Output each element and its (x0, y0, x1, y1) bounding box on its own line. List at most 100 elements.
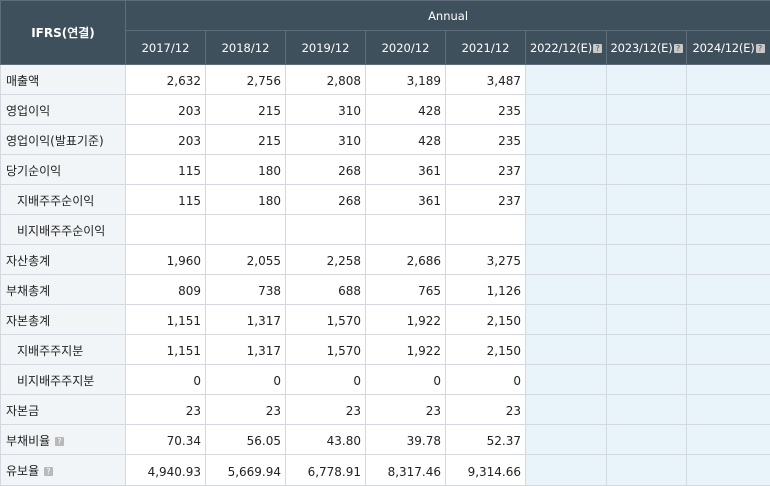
estimate-cell (607, 365, 687, 395)
row-label: 자산총계 (1, 245, 126, 275)
table-cell: 1,960 (126, 245, 206, 275)
table-cell: 361 (366, 155, 446, 185)
estimate-cell (687, 65, 770, 95)
table-cell: 115 (126, 155, 206, 185)
estimate-cell (526, 305, 607, 335)
estimate-cell (526, 455, 607, 486)
estimate-cell (687, 455, 770, 486)
table-cell: 1,151 (126, 305, 206, 335)
table-cell: 428 (366, 125, 446, 155)
question-mark-icon[interactable]: ? (593, 44, 602, 53)
estimate-cell (607, 305, 687, 335)
table-cell: 215 (206, 125, 286, 155)
table-cell: 268 (286, 185, 366, 215)
row-label: 영업이익 (1, 95, 126, 125)
estimate-cell (607, 425, 687, 455)
row-label: 매출액 (1, 65, 126, 95)
estimate-cell (526, 155, 607, 185)
estimate-cell (526, 365, 607, 395)
table-cell: 39.78 (366, 425, 446, 455)
accounting-standard-header: IFRS(연결) (1, 1, 126, 65)
estimate-cell (526, 335, 607, 365)
table-cell: 310 (286, 95, 366, 125)
question-mark-icon[interactable]: ? (756, 44, 765, 53)
estimate-cell (526, 215, 607, 245)
table-cell: 2,258 (286, 245, 366, 275)
question-mark-icon[interactable]: ? (44, 467, 53, 476)
year-header: 2021/12 (446, 31, 526, 65)
table-row: 비지배주주지분 0 0 0 0 0 (1, 365, 770, 395)
table-cell: 2,756 (206, 65, 286, 95)
table-cell: 4,940.93 (126, 455, 206, 486)
table-cell: 2,150 (446, 305, 526, 335)
year-header: 2020/12 (366, 31, 446, 65)
table-cell: 5,669.94 (206, 455, 286, 486)
table-cell: 809 (126, 275, 206, 305)
table-cell: 738 (206, 275, 286, 305)
annual-header: Annual (126, 1, 770, 31)
estimate-cell (687, 275, 770, 305)
table-row: 지배주주지분 1,151 1,317 1,570 1,922 2,150 (1, 335, 770, 365)
table-cell: 6,778.91 (286, 455, 366, 486)
estimate-cell (526, 425, 607, 455)
row-label: 영업이익(발표기준) (1, 125, 126, 155)
estimate-cell (526, 65, 607, 95)
table-row: 부채총계 809 738 688 765 1,126 (1, 275, 770, 305)
estimate-cell (607, 185, 687, 215)
table-cell: 203 (126, 125, 206, 155)
estimate-year-label: 2022/12(E) (530, 41, 592, 55)
estimate-cell (687, 395, 770, 425)
table-cell: 1,922 (366, 305, 446, 335)
table-cell: 23 (366, 395, 446, 425)
table-cell (286, 215, 366, 245)
estimate-cell (607, 275, 687, 305)
estimate-cell (607, 65, 687, 95)
estimate-cell (526, 125, 607, 155)
table-cell (206, 215, 286, 245)
table-cell: 23 (286, 395, 366, 425)
estimate-year-header: 2024/12(E)? (687, 31, 770, 65)
row-label: 지배주주순이익 (1, 185, 126, 215)
table-cell: 237 (446, 185, 526, 215)
estimate-cell (607, 215, 687, 245)
year-header: 2017/12 (126, 31, 206, 65)
table-cell: 1,126 (446, 275, 526, 305)
table-cell: 0 (286, 365, 366, 395)
estimate-cell (526, 245, 607, 275)
estimate-cell (687, 365, 770, 395)
table-cell: 203 (126, 95, 206, 125)
row-label: 자본총계 (1, 305, 126, 335)
table-cell: 2,632 (126, 65, 206, 95)
table-cell: 310 (286, 125, 366, 155)
estimate-cell (687, 215, 770, 245)
estimate-cell (526, 275, 607, 305)
table-cell: 765 (366, 275, 446, 305)
table-cell: 1,317 (206, 335, 286, 365)
table-row: 자본총계 1,151 1,317 1,570 1,922 2,150 (1, 305, 770, 335)
estimate-year-label: 2024/12(E) (693, 41, 755, 55)
table-cell: 2,808 (286, 65, 366, 95)
table-row: 당기순이익 115 180 268 361 237 (1, 155, 770, 185)
table-cell: 0 (366, 365, 446, 395)
table-cell: 237 (446, 155, 526, 185)
estimate-year-header: 2023/12(E)? (607, 31, 687, 65)
table-cell: 1,151 (126, 335, 206, 365)
table-cell: 23 (206, 395, 286, 425)
row-label: 당기순이익 (1, 155, 126, 185)
estimate-cell (607, 455, 687, 486)
table-cell (446, 215, 526, 245)
table-row: 비지배주주순이익 (1, 215, 770, 245)
table-cell (366, 215, 446, 245)
table-row: 자산총계 1,960 2,055 2,258 2,686 3,275 (1, 245, 770, 275)
table-cell: 115 (126, 185, 206, 215)
row-label: 비지배주주지분 (1, 365, 126, 395)
estimate-cell (607, 155, 687, 185)
estimate-cell (687, 305, 770, 335)
table-cell: 3,487 (446, 65, 526, 95)
year-header: 2019/12 (286, 31, 366, 65)
estimate-cell (607, 245, 687, 275)
row-label: 자본금 (1, 395, 126, 425)
estimate-year-label: 2023/12(E) (610, 41, 672, 55)
question-mark-icon[interactable]: ? (674, 44, 683, 53)
question-mark-icon[interactable]: ? (55, 437, 64, 446)
